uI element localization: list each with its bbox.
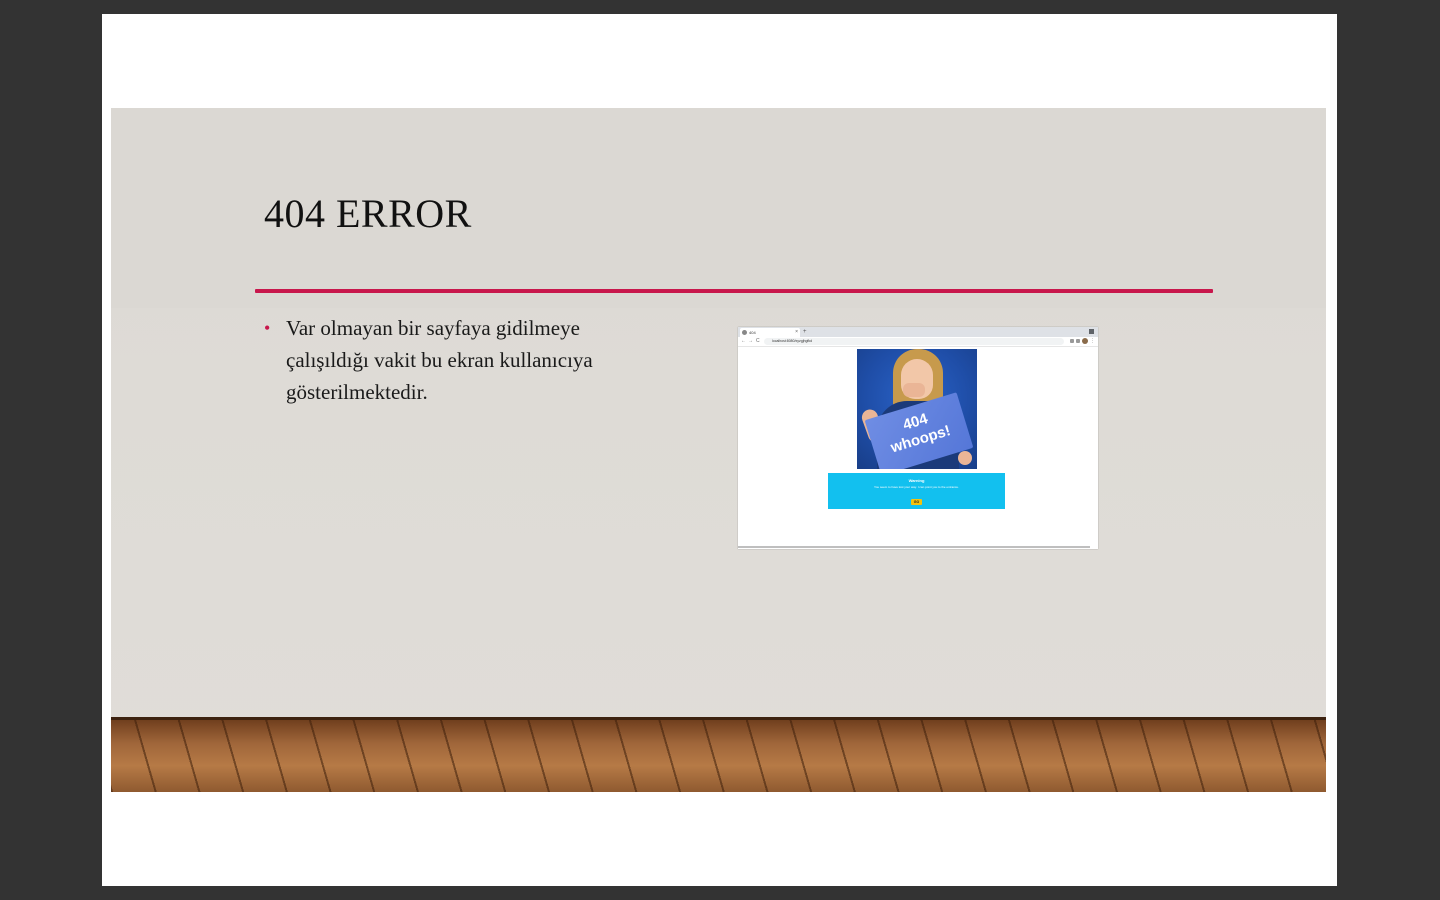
bullet-marker: • bbox=[264, 318, 271, 338]
warning-message: You seem to have lost your way. I can po… bbox=[874, 485, 959, 489]
profile-avatar bbox=[1082, 338, 1088, 344]
extension-icon bbox=[1076, 339, 1080, 343]
bullet-text: Var olmayan bir sayfaya gidilmeye çalışı… bbox=[286, 316, 593, 404]
forward-icon: → bbox=[748, 338, 753, 344]
menu-icon: ⋮ bbox=[1090, 338, 1095, 344]
warning-box: Warning You seem to have lost your way. … bbox=[828, 473, 1005, 509]
browser-tab-title: 404 bbox=[749, 330, 756, 335]
horizontal-scrollbar bbox=[738, 546, 1090, 548]
favicon-icon bbox=[742, 330, 747, 335]
wooden-floor bbox=[111, 717, 1326, 792]
embedded-browser-screenshot: 404 × + ← → C localhost:8080/xyzgjhgfkd … bbox=[738, 327, 1098, 549]
title-divider bbox=[255, 289, 1213, 293]
close-icon: × bbox=[795, 329, 798, 335]
warning-title: Warning bbox=[908, 478, 925, 483]
address-bar: localhost:8080/xyzgjhgfkd bbox=[764, 338, 1064, 345]
slide-title: 404 ERROR bbox=[264, 191, 472, 236]
404-hero-image: 404 whoops! bbox=[857, 349, 977, 469]
bullet-item: • Var olmayan bir sayfaya gidilmeye çalı… bbox=[264, 312, 664, 408]
new-tab-icon: + bbox=[803, 329, 807, 335]
reload-icon: C bbox=[756, 338, 760, 344]
go-button: GO bbox=[910, 499, 923, 505]
window-control-icon bbox=[1089, 329, 1094, 334]
browser-tab-bar: 404 × + bbox=[738, 327, 1098, 337]
browser-toolbar: ← → C localhost:8080/xyzgjhgfkd ⋮ bbox=[738, 337, 1098, 347]
slide: 404 ERROR • Var olmayan bir sayfaya gidi… bbox=[111, 108, 1326, 792]
extension-icon bbox=[1070, 339, 1074, 343]
back-icon: ← bbox=[741, 338, 746, 344]
browser-tab: 404 × bbox=[740, 328, 800, 337]
